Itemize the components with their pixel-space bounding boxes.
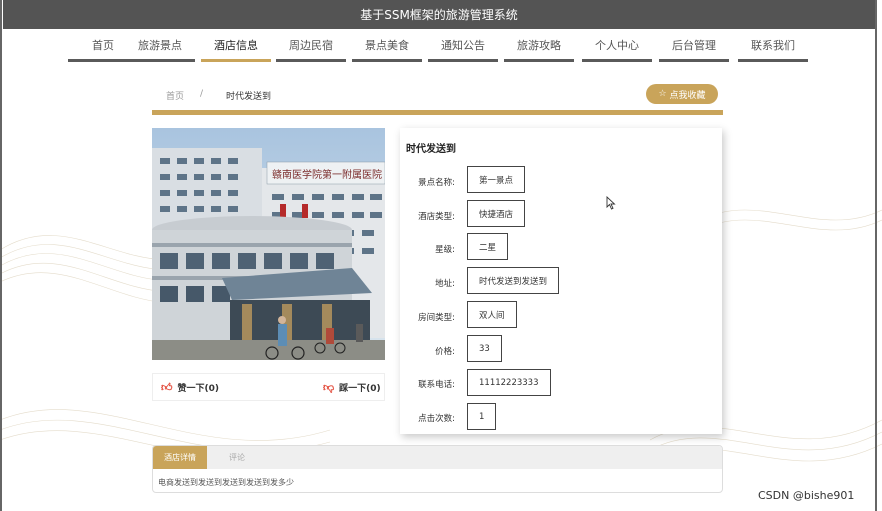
nav-item-homestays[interactable]: 周边民宿 — [276, 38, 346, 62]
tabs-header: 酒店详情 评论 — [153, 446, 722, 469]
nav-item-hotels[interactable]: 酒店信息 — [201, 38, 271, 62]
nav-item-guides[interactable]: 旅游攻略 — [504, 38, 574, 62]
thumbs-up-icon: 👍︎ — [161, 381, 173, 394]
field-value-price: 33 — [467, 335, 502, 362]
breadcrumb-separator: / — [200, 89, 204, 99]
vote-row: 👍︎ 赞一下(0) 👎︎ 踩一下(0) — [152, 373, 385, 401]
hotel-photo: 赣南医学院第一附属医院 — [152, 128, 385, 360]
hospital-sign: 赣南医学院第一附属医院 — [272, 168, 382, 181]
field-value-address: 时代发送到发送到 — [467, 267, 560, 294]
field-label-phone: 联系电话: — [418, 380, 455, 390]
nav-item-contact[interactable]: 联系我们 — [738, 38, 808, 62]
thumbs-down-icon: 👎︎ — [323, 381, 335, 394]
nav-item-profile[interactable]: 个人中心 — [582, 38, 652, 62]
tab-hotel-details[interactable]: 酒店详情 — [153, 446, 207, 469]
site-title: 基于SSM框架的旅游管理系统 — [3, 0, 875, 29]
field-label-room-type: 房间类型: — [418, 313, 455, 323]
watermark: CSDN @bishe901 — [758, 489, 855, 502]
hotel-detail-card: 时代发送到 景点名称: 第一景点 酒店类型: 快捷酒店 星级: 二星 地址: 时… — [400, 128, 722, 434]
divider-bar — [152, 110, 723, 115]
field-value-star: 二星 — [467, 233, 509, 260]
field-label-star: 星级: — [435, 245, 455, 255]
star-icon: ☆ — [658, 89, 667, 99]
window-border-left — [0, 0, 2, 511]
nav-item-attractions[interactable]: 旅游景点 — [125, 38, 195, 62]
field-value-hotel-type: 快捷酒店 — [467, 200, 526, 227]
field-value-clicks: 1 — [467, 403, 497, 430]
dislike-label: 踩一下(0) — [339, 384, 381, 394]
window-border-right — [875, 0, 877, 511]
hotel-name: 时代发送到 — [406, 144, 456, 155]
nav-item-food[interactable]: 景点美食 — [352, 38, 422, 62]
detail-tabs: 酒店详情 评论 电商发送到发送到发送到发送到发多少 — [152, 445, 723, 493]
field-label-address: 地址: — [435, 279, 455, 289]
field-label-clicks: 点击次数: — [418, 414, 455, 424]
favorite-button[interactable]: ☆ 点我收藏 — [646, 84, 718, 104]
mouse-cursor-icon — [606, 196, 616, 210]
field-label-price: 价格: — [435, 347, 455, 357]
field-value-room-type: 双人间 — [467, 301, 517, 328]
dislike-button[interactable]: 👎︎ 踩一下(0) — [323, 381, 381, 394]
favorite-label: 点我收藏 — [669, 90, 706, 101]
nav-item-admin[interactable]: 后台管理 — [659, 38, 729, 62]
tab-comments[interactable]: 评论 — [217, 446, 257, 469]
field-value-attraction: 第一景点 — [467, 166, 526, 193]
nav-item-notices[interactable]: 通知公告 — [428, 38, 498, 62]
breadcrumb-home[interactable]: 首页 — [166, 89, 184, 102]
breadcrumb-current: 时代发送到 — [226, 92, 272, 102]
main-nav: 首页 旅游景点 酒店信息 周边民宿 景点美食 通知公告 旅游攻略 个人中心 后台… — [68, 38, 808, 62]
like-label: 赞一下(0) — [177, 384, 220, 394]
field-label-hotel-type: 酒店类型: — [418, 212, 455, 222]
field-value-phone: 11112223333 — [467, 369, 551, 396]
field-label-attraction: 景点名称: — [418, 178, 455, 188]
like-button[interactable]: 👍︎ 赞一下(0) — [161, 381, 219, 394]
tab-content-text: 电商发送到发送到发送到发送到发多少 — [158, 478, 294, 487]
